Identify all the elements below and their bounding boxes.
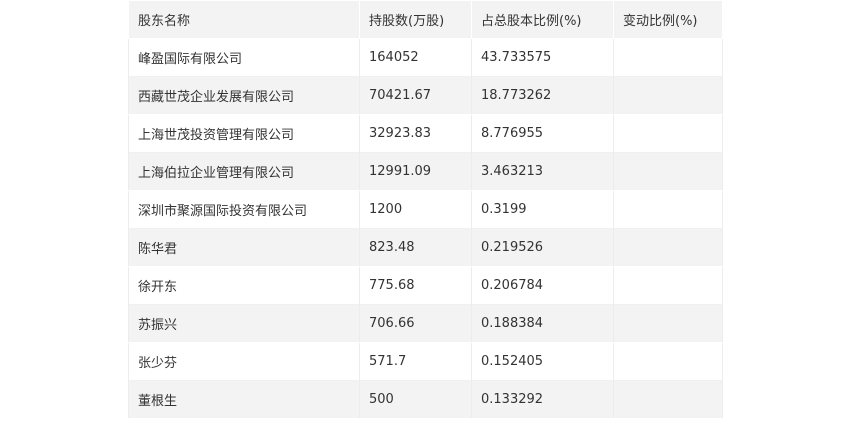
change-ratio <box>613 342 723 381</box>
shareholder-name: 徐开东 <box>128 266 360 305</box>
share-ratio: 0.188384 <box>471 304 614 343</box>
header-shareholder-name: 股东名称 <box>128 0 360 39</box>
share-ratio: 43.733575 <box>471 38 614 77</box>
table-row: 徐开东 775.68 0.206784 <box>128 266 723 305</box>
change-ratio <box>613 76 723 115</box>
shares-held: 775.68 <box>359 266 472 305</box>
shares-held: 823.48 <box>359 228 472 267</box>
change-ratio <box>613 114 723 153</box>
change-ratio <box>613 304 723 343</box>
change-ratio <box>613 380 723 419</box>
shares-held: 32923.83 <box>359 114 472 153</box>
share-ratio: 0.133292 <box>471 380 614 419</box>
change-ratio <box>613 228 723 267</box>
change-ratio <box>613 190 723 229</box>
share-ratio: 8.776955 <box>471 114 614 153</box>
shares-held: 12991.09 <box>359 152 472 191</box>
table-row: 峰盈国际有限公司 164052 43.733575 <box>128 38 723 77</box>
share-ratio: 18.773262 <box>471 76 614 115</box>
shareholder-name: 上海世茂投资管理有限公司 <box>128 114 360 153</box>
shareholder-name: 苏振兴 <box>128 304 360 343</box>
table-row: 深圳市聚源国际投资有限公司 1200 0.3199 <box>128 190 723 229</box>
share-ratio: 0.219526 <box>471 228 614 267</box>
shareholders-table: 股东名称 持股数(万股) 占总股本比例(%) 变动比例(%) 峰盈国际有限公司 … <box>128 0 723 419</box>
shareholder-name: 董根生 <box>128 380 360 419</box>
shareholder-name: 上海伯拉企业管理有限公司 <box>128 152 360 191</box>
share-ratio: 0.206784 <box>471 266 614 305</box>
shareholder-name: 张少芬 <box>128 342 360 381</box>
shareholder-name: 西藏世茂企业发展有限公司 <box>128 76 360 115</box>
table-row: 张少芬 571.7 0.152405 <box>128 342 723 381</box>
shareholder-name: 深圳市聚源国际投资有限公司 <box>128 190 360 229</box>
share-ratio: 3.463213 <box>471 152 614 191</box>
table-row: 陈华君 823.48 0.219526 <box>128 228 723 267</box>
share-ratio: 0.152405 <box>471 342 614 381</box>
change-ratio <box>613 266 723 305</box>
shares-held: 500 <box>359 380 472 419</box>
header-share-ratio: 占总股本比例(%) <box>471 0 614 39</box>
table-header-row: 股东名称 持股数(万股) 占总股本比例(%) 变动比例(%) <box>128 0 723 39</box>
shares-held: 571.7 <box>359 342 472 381</box>
shares-held: 1200 <box>359 190 472 229</box>
header-change-ratio: 变动比例(%) <box>613 0 723 39</box>
header-shares-held: 持股数(万股) <box>359 0 472 39</box>
table-row: 董根生 500 0.133292 <box>128 380 723 419</box>
table-row: 上海世茂投资管理有限公司 32923.83 8.776955 <box>128 114 723 153</box>
shares-held: 706.66 <box>359 304 472 343</box>
change-ratio <box>613 152 723 191</box>
change-ratio <box>613 38 723 77</box>
shares-held: 70421.67 <box>359 76 472 115</box>
shareholder-name: 峰盈国际有限公司 <box>128 38 360 77</box>
table-row: 上海伯拉企业管理有限公司 12991.09 3.463213 <box>128 152 723 191</box>
share-ratio: 0.3199 <box>471 190 614 229</box>
table-row: 西藏世茂企业发展有限公司 70421.67 18.773262 <box>128 76 723 115</box>
table-row: 苏振兴 706.66 0.188384 <box>128 304 723 343</box>
shareholder-name: 陈华君 <box>128 228 360 267</box>
shares-held: 164052 <box>359 38 472 77</box>
